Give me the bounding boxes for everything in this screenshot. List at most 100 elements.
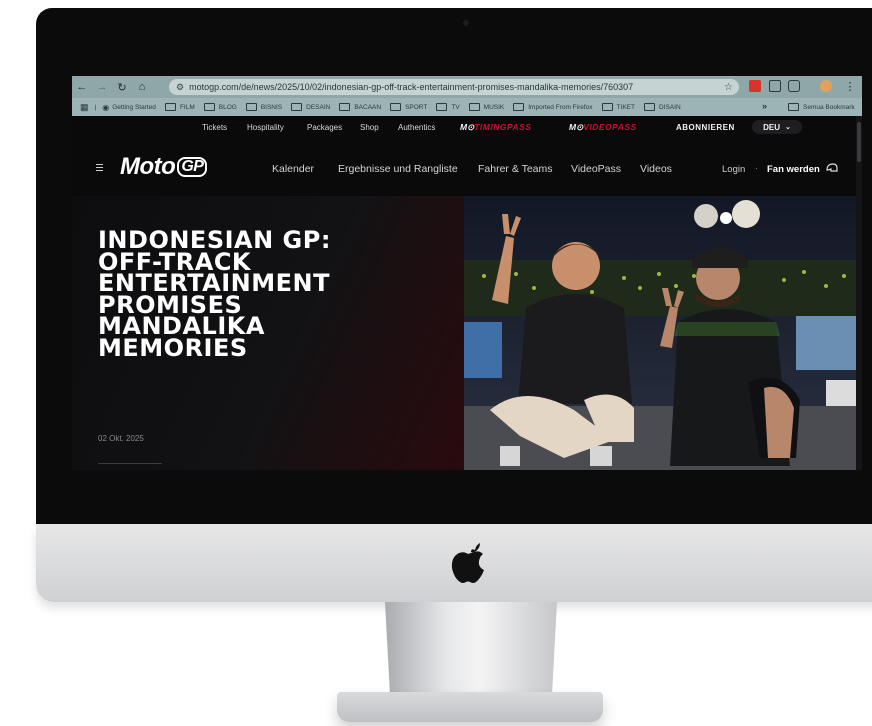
videopass-logo-prefix: M⊙ xyxy=(569,122,584,132)
bookmark-star-icon[interactable]: ☆ xyxy=(724,82,733,93)
bookmarks-overflow-button[interactable]: » xyxy=(762,101,767,111)
forward-icon[interactable]: → xyxy=(92,81,112,93)
bookmark-label: BLOG xyxy=(218,103,237,111)
reload-icon[interactable]: ↻ xyxy=(112,81,132,94)
nav-videopass[interactable]: VideoPass xyxy=(571,163,621,175)
bookmark-folder[interactable]: BACAAN xyxy=(339,103,381,111)
bookmark-folder[interactable]: Imported From Firefox xyxy=(513,103,593,111)
nav-hospitality[interactable]: Hospitality xyxy=(247,123,284,132)
address-bar[interactable]: ⚙ motogp.com/de/news/2025/10/02/indonesi… xyxy=(169,79,739,95)
bookmark-getting-started[interactable]: ◉ Getting Started xyxy=(102,103,156,112)
all-bookmarks-folder[interactable]: Semua Bookmark xyxy=(788,103,855,111)
divider: | xyxy=(94,103,97,111)
bookmark-folder[interactable]: TIKET xyxy=(601,103,635,111)
home-icon[interactable]: ⌂ xyxy=(132,81,152,93)
nav-tickets[interactable]: Tickets xyxy=(202,123,227,132)
folder-icon xyxy=(291,103,303,111)
timingpass-logo-prefix: M⊙ xyxy=(460,122,475,132)
bookmark-label: Getting Started xyxy=(112,103,156,111)
bookmark-label: Semua Bookmark xyxy=(803,103,855,111)
headline-line: MEMORIES xyxy=(98,333,248,362)
motogp-logo[interactable]: Moto GP xyxy=(120,153,208,181)
screen: ← → ↻ ⌂ ⚙ motogp.com/de/news/2025/10/02/… xyxy=(72,76,862,470)
folder-icon xyxy=(468,103,480,111)
bookmark-label: Imported From Firefox xyxy=(528,103,593,111)
nav-kalender[interactable]: Kalender xyxy=(272,163,314,175)
url-text: motogp.com/de/news/2025/10/02/indonesian… xyxy=(189,82,634,92)
extension-pdf-icon[interactable] xyxy=(749,80,761,92)
browser-toolbar: ← → ↻ ⌂ ⚙ motogp.com/de/news/2025/10/02/… xyxy=(72,76,862,98)
monitor-stand xyxy=(385,602,557,698)
bookmark-folder[interactable]: DISAIN xyxy=(643,103,681,111)
videopass-logo-text: VIDEOPASS xyxy=(583,122,637,132)
bookmark-label: TIKET xyxy=(616,103,635,111)
folder-icon xyxy=(203,103,215,111)
language-selector[interactable]: DEU ⌄ xyxy=(752,120,802,134)
main-header: Moto GP Kalender Ergebnisse und Rangliste… xyxy=(72,138,862,196)
folder-icon xyxy=(513,103,525,111)
chevron-down-icon: ⌄ xyxy=(785,124,791,131)
profile-avatar[interactable] xyxy=(820,80,832,92)
fan-werden-link[interactable]: Fan werden xyxy=(767,164,820,175)
article-headline[interactable]: INDONESIAN GP: OFF-TRACK ENTERTAINMENT P… xyxy=(98,228,418,362)
logo-gp-text: GP xyxy=(177,157,208,177)
bookmark-folder[interactable]: BISNIS xyxy=(245,103,283,111)
folder-icon xyxy=(436,103,448,111)
login-link[interactable]: Login xyxy=(722,164,745,175)
extension-icon[interactable] xyxy=(769,80,781,92)
folder-icon xyxy=(601,103,613,111)
puzzle-icon[interactable] xyxy=(788,80,800,92)
bookmark-label: BACAAN xyxy=(354,103,382,111)
bookmark-label: DESAIN xyxy=(306,103,331,111)
timingpass-link[interactable]: M⊙TIMINGPASS xyxy=(460,122,531,133)
folder-icon xyxy=(788,103,799,111)
bookmark-folder[interactable]: BLOG xyxy=(203,103,237,111)
bookmark-label: MUSIK xyxy=(483,103,505,111)
monitor-stand-base xyxy=(337,692,603,722)
nav-packages[interactable]: Packages xyxy=(307,123,342,132)
menu-kebab-icon[interactable]: ⋮ xyxy=(840,80,860,93)
bookmark-label: DISAIN xyxy=(658,103,681,111)
apps-grid-icon[interactable]: ▦ xyxy=(80,102,89,113)
bookmark-label: TV xyxy=(451,103,460,111)
divider xyxy=(98,463,162,464)
nav-authentics[interactable]: Authentics xyxy=(398,123,435,132)
folder-icon xyxy=(339,103,351,111)
bookmark-label: SPORT xyxy=(405,103,428,111)
chrome-icon: ◉ xyxy=(102,102,110,112)
bookmark-folder[interactable]: FILM xyxy=(164,103,195,111)
separator-dot: · xyxy=(755,163,758,173)
helmet-icon[interactable] xyxy=(826,162,838,174)
nav-shop[interactable]: Shop xyxy=(360,123,379,132)
bookmark-folder[interactable]: DESAIN xyxy=(291,103,330,111)
hamburger-menu-icon[interactable] xyxy=(96,164,103,173)
article-date: 02 Okt. 2025 xyxy=(98,434,144,443)
bookmark-folder[interactable]: SPORT xyxy=(390,103,427,111)
bookmark-folder[interactable]: TV xyxy=(436,103,460,111)
logo-moto-text: Moto xyxy=(120,153,176,180)
bookmark-label: BISNIS xyxy=(260,103,283,111)
site-info-icon[interactable]: ⚙ xyxy=(176,82,184,93)
hero-photo xyxy=(464,196,862,470)
nav-fahrer-teams[interactable]: Fahrer & Teams xyxy=(478,163,553,175)
scrollbar[interactable] xyxy=(856,116,862,470)
riders-photo-illustration xyxy=(464,196,862,470)
bookmark-folder[interactable]: MUSIK xyxy=(468,103,505,111)
back-icon[interactable]: ← xyxy=(72,81,92,93)
utility-nav: Tickets Hospitality Packages Shop Authen… xyxy=(72,116,862,138)
bookmarks-bar: ▦ | ◉ Getting Started FILM BLOG BISNIS D… xyxy=(72,98,862,116)
folder-icon xyxy=(164,103,176,111)
folder-icon xyxy=(643,103,655,111)
nav-ergebnisse[interactable]: Ergebnisse und Rangliste xyxy=(338,163,458,175)
scrollbar-thumb[interactable] xyxy=(857,122,861,162)
folder-icon xyxy=(390,103,402,111)
videopass-link[interactable]: M⊙VIDEOPASS xyxy=(569,122,637,133)
nav-videos[interactable]: Videos xyxy=(640,163,672,175)
subscribe-link[interactable]: ABONNIEREN xyxy=(676,123,735,132)
timingpass-logo-text: TIMINGPASS xyxy=(474,122,532,132)
webcam xyxy=(463,20,469,26)
bookmark-label: FILM xyxy=(179,103,195,111)
language-label: DEU xyxy=(763,122,780,132)
apple-logo-icon xyxy=(451,543,484,583)
folder-icon xyxy=(245,103,257,111)
